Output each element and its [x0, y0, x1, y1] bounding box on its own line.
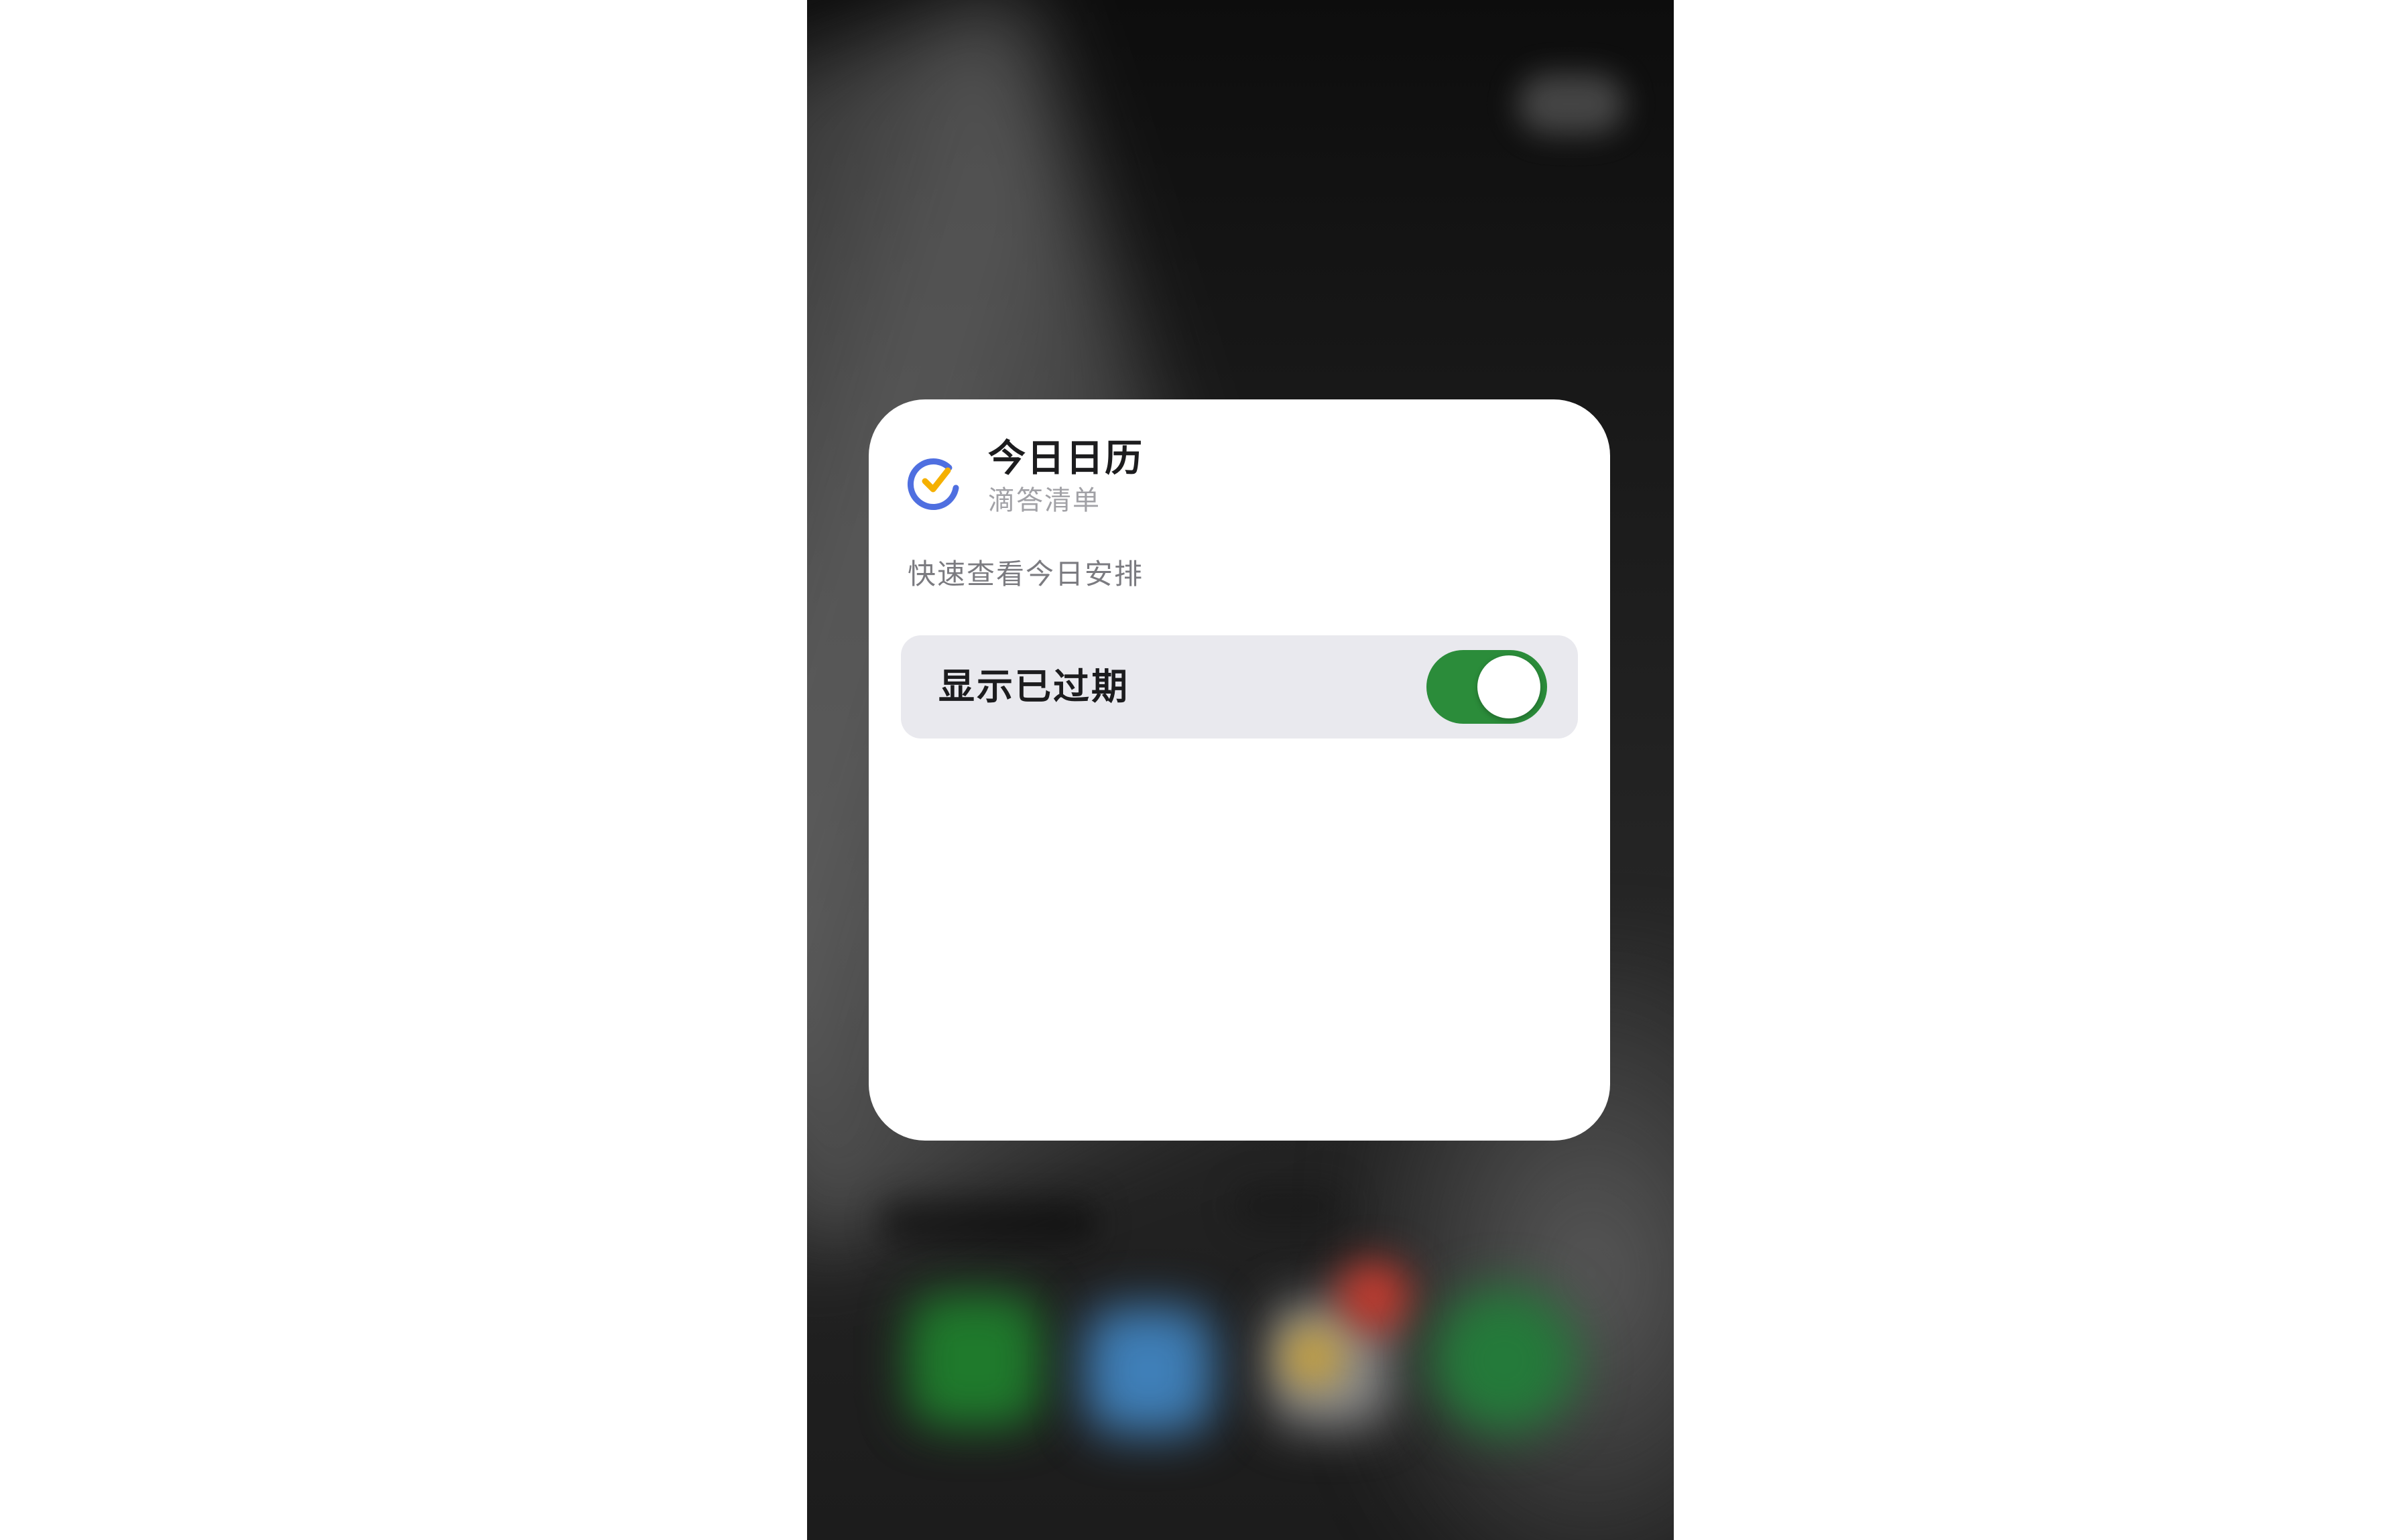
blurred-messages-app-icon [1430, 1287, 1578, 1434]
blurred-app-icon-accent [1337, 1260, 1410, 1334]
dida-check-icon [907, 458, 959, 511]
blurred-browser-app-icon [1085, 1307, 1213, 1434]
blurred-app-icon-accent [1283, 1327, 1343, 1387]
blurred-phone-app-icon [908, 1293, 1042, 1427]
show-expired-toggle[interactable] [1426, 650, 1547, 724]
blurred-widget-label [881, 1200, 1095, 1246]
widget-description: 快速查看今日安排 [908, 558, 1144, 590]
blurred-status-element [1518, 74, 1625, 134]
show-expired-option-row: 显示已过期 [901, 635, 1578, 739]
widget-title: 今日日历 [988, 437, 1144, 480]
blurred-widget-label [1236, 1186, 1343, 1226]
screenshot-canvas: 今日日历 滴答清单 快速查看今日安排 显示已过期 [0, 0, 2389, 1540]
show-expired-label: 显示已过期 [938, 665, 1129, 708]
toggle-knob [1477, 655, 1540, 718]
widget-app-name: 滴答清单 [988, 485, 1101, 516]
widget-config-card: 今日日历 滴答清单 快速查看今日安排 显示已过期 [869, 399, 1610, 1141]
